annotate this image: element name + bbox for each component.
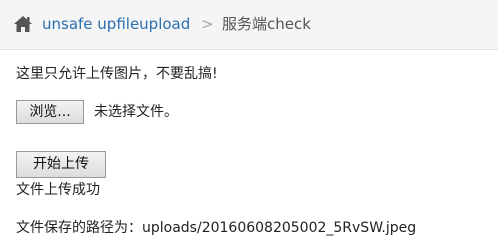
browse-file-button[interactable]: 浏览... bbox=[16, 100, 84, 124]
home-icon[interactable] bbox=[13, 14, 33, 34]
upload-notice: 这里只允许上传图片，不要乱搞! bbox=[16, 66, 218, 82]
start-upload-button[interactable]: 开始上传 bbox=[16, 151, 106, 178]
breadcrumb-current-page: 服务端check bbox=[222, 15, 311, 33]
file-selection-status: 未选择文件。 bbox=[94, 104, 178, 120]
breadcrumb: unsafe upfileupload > 服务端check bbox=[0, 0, 498, 50]
breadcrumb-separator: > bbox=[201, 15, 214, 33]
saved-path-message: 文件保存的路径为：uploads/20160608205002_5RvSW.jp… bbox=[16, 220, 417, 236]
breadcrumb-link-upfileupload[interactable]: unsafe upfileupload bbox=[42, 14, 190, 34]
upload-success-message: 文件上传成功 bbox=[16, 182, 100, 198]
